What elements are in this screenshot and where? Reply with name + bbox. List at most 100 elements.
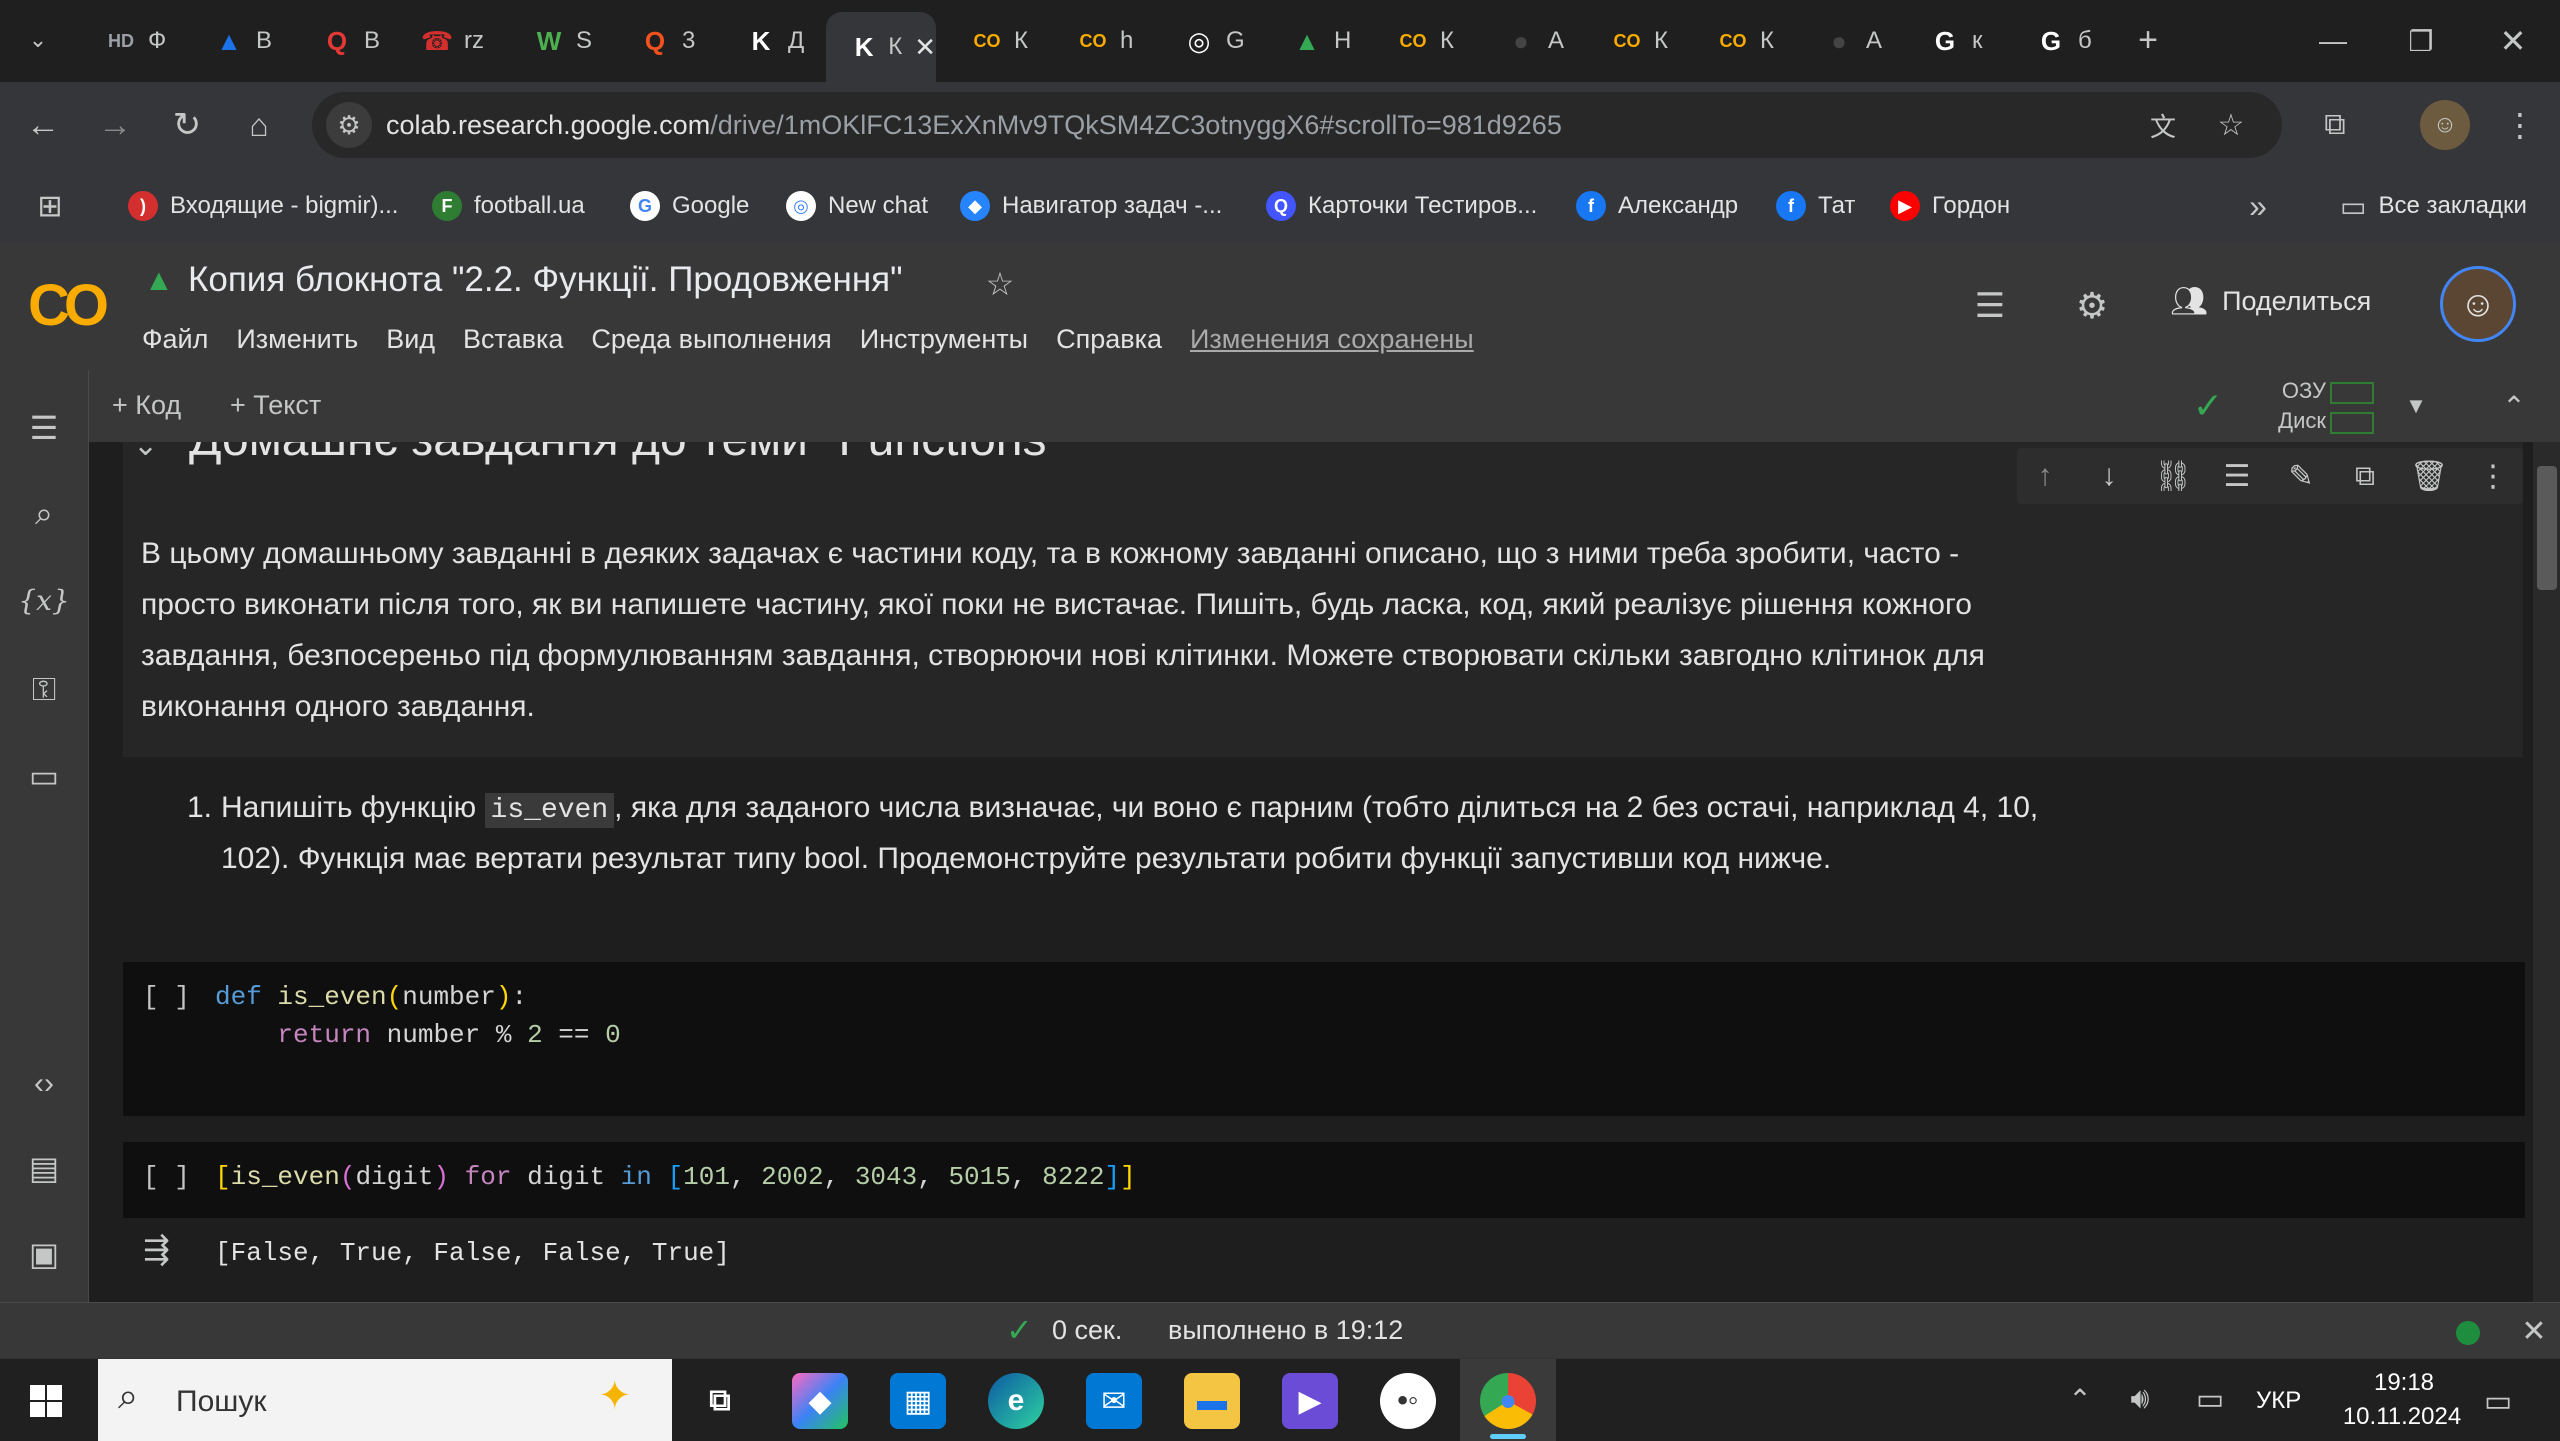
close-status-icon[interactable]: ✕ <box>2514 1311 2554 1351</box>
menu-edit[interactable]: Изменить <box>236 324 358 355</box>
code-cell-demo[interactable]: [ ] [is_even(digit) for digit in [101, 2… <box>123 1142 2525 1218</box>
search-icon[interactable]: ⌕ <box>18 488 70 540</box>
delete-icon[interactable]: 🗑︎ <box>2407 454 2451 498</box>
menu-help[interactable]: Справка <box>1056 324 1162 355</box>
browser-tab[interactable]: CO К <box>1692 14 1796 68</box>
comment-icon[interactable]: ☰ <box>2215 454 2259 498</box>
browser-tab[interactable]: ◎ G <box>1158 14 1262 68</box>
collapse-section-icon[interactable]: ⌄ <box>133 442 158 463</box>
browser-tab[interactable]: QВ <box>296 14 400 68</box>
variables-icon[interactable]: {x} <box>18 574 70 626</box>
volume-icon[interactable]: 🔊︎ <box>2120 1379 2160 1419</box>
app-icon[interactable]: •◦ <box>1380 1373 1436 1429</box>
task-view-icon[interactable]: ⧉ <box>692 1373 748 1429</box>
all-bookmarks[interactable]: ▭ Все закладки <box>2340 186 2527 226</box>
files-folder-icon[interactable]: ▭ <box>18 750 70 802</box>
battery-icon[interactable]: ▭ <box>2188 1379 2232 1419</box>
more-options-icon[interactable]: ⋮ <box>2471 454 2515 498</box>
browser-tab[interactable]: ▲ Н <box>1266 14 1370 68</box>
menu-tools[interactable]: Инструменты <box>860 324 1028 355</box>
code-snippets-icon[interactable]: ‹› <box>18 1058 70 1110</box>
markdown-cell-task1[interactable]: 1. Напишіть функцію is_even, яка для зад… <box>123 782 2523 912</box>
menu-runtime[interactable]: Среда выполнения <box>591 324 831 355</box>
scrollbar-track[interactable] <box>2533 442 2560 1302</box>
restore-icon[interactable]: ❐ <box>2398 18 2444 64</box>
browser-tab[interactable]: CO К <box>1586 14 1690 68</box>
resources-indicator[interactable]: ОЗУ Диск <box>2258 376 2398 436</box>
more-bookmarks-icon[interactable]: » <box>2238 186 2278 226</box>
reload-icon[interactable]: ↻ <box>164 102 210 148</box>
link-icon[interactable]: ⛓ <box>2151 454 2195 498</box>
clock-time[interactable]: 19:18 <box>2356 1369 2452 1397</box>
profile-avatar[interactable]: ☺ <box>2420 100 2470 150</box>
output-toggle-icon[interactable]: ⇶ <box>143 1230 170 1268</box>
cell-run-prompt[interactable]: [ ] <box>143 1162 190 1192</box>
table-of-contents-icon[interactable]: ☰ <box>18 402 70 454</box>
forward-icon[interactable]: → <box>92 102 138 148</box>
browser-tab[interactable]: KД <box>720 14 824 68</box>
bookmark-item[interactable]: f Тат <box>1776 186 1855 226</box>
share-button[interactable]: 👥︎ Поделиться <box>2170 284 2371 319</box>
url-text[interactable]: colab.research.google.com/drive/1mOKlFC1… <box>386 110 1562 141</box>
address-bar[interactable]: ⚙ colab.research.google.com/drive/1mOKlF… <box>312 92 2282 158</box>
bookmark-item[interactable]: ◆ Навигатор задач -... <box>960 186 1222 226</box>
clock-date[interactable]: 10.11.2024 <box>2322 1403 2482 1431</box>
copilot-icon[interactable]: ◆ <box>792 1373 848 1429</box>
add-text-button[interactable]: + Текст <box>230 390 321 421</box>
mirror-cell-icon[interactable]: ⧉ <box>2343 454 2387 498</box>
menu-insert[interactable]: Вставка <box>463 324 563 355</box>
user-avatar[interactable]: ☺ <box>2440 266 2516 342</box>
browser-tab[interactable]: CO К <box>946 14 1050 68</box>
browser-tab[interactable]: WS <box>508 14 612 68</box>
file-explorer-icon[interactable]: ▬ <box>1184 1373 1240 1429</box>
cell-run-prompt[interactable]: [ ] <box>143 982 190 1012</box>
new-tab-icon[interactable]: + <box>2128 20 2168 60</box>
code-line-1[interactable]: def is_even(number): <box>215 982 527 1012</box>
terminal-icon[interactable]: ▣ <box>18 1228 70 1280</box>
windows-start-icon[interactable] <box>30 1385 62 1417</box>
minimize-icon[interactable]: — <box>2310 18 2356 64</box>
notifications-icon[interactable]: ▭ <box>2474 1377 2522 1425</box>
edit-pencil-icon[interactable]: ✎ <box>2279 454 2323 498</box>
colab-logo[interactable]: CO <box>28 272 109 339</box>
apps-grid-icon[interactable]: ⊞ <box>30 186 70 226</box>
code-line-demo[interactable]: [is_even(digit) for digit in [101, 2002,… <box>215 1162 1136 1192</box>
move-down-icon[interactable]: ↓ <box>2087 454 2131 498</box>
site-info-icon[interactable]: ⚙ <box>326 102 372 148</box>
code-line-2[interactable]: return number % 2 == 0 <box>215 1020 620 1050</box>
bookmark-item[interactable]: Ffootball.ua <box>432 186 585 226</box>
notebook-title[interactable]: Копия блокнота "2.2. Функції. Продовженн… <box>188 260 903 300</box>
bookmark-item[interactable]: f Александр <box>1576 186 1738 226</box>
browser-tab[interactable]: ● А <box>1480 14 1584 68</box>
bookmark-item[interactable]: ◎ New chat <box>786 186 928 226</box>
translate-icon[interactable]: 文 <box>2142 104 2184 146</box>
star-notebook-icon[interactable]: ☆ <box>978 262 1022 306</box>
input-language[interactable]: УКР <box>2256 1387 2301 1415</box>
taskbar-search-box[interactable]: ⌕ Пошук ✦ <box>98 1359 672 1441</box>
saved-status[interactable]: Изменения сохранены <box>1190 324 1474 355</box>
home-icon[interactable]: ⌂ <box>236 102 282 148</box>
bookmark-item[interactable]: ) Входящие - bigmir)... <box>128 186 398 226</box>
browser-tab[interactable]: ▲ В <box>188 14 292 68</box>
move-up-icon[interactable]: ↑ <box>2023 454 2067 498</box>
close-tab-icon[interactable]: ✕ <box>914 32 936 63</box>
browser-tab[interactable]: K К ✕ <box>826 12 936 82</box>
markdown-cell-intro[interactable]: ⌄ Домашнє завдання до теми "Functions" В… <box>123 442 2523 757</box>
close-window-icon[interactable]: ✕ <box>2490 18 2536 64</box>
resources-dropdown-icon[interactable]: ▼ <box>2398 388 2434 424</box>
chrome-active-indicator[interactable]: ● <box>1460 1359 1556 1441</box>
clipchamp-icon[interactable]: ▶ <box>1282 1373 1338 1429</box>
chrome-menu-icon[interactable]: ⋮ <box>2500 102 2540 148</box>
menu-view[interactable]: Вид <box>386 324 435 355</box>
browser-tab[interactable]: HD Ф <box>80 14 184 68</box>
browser-tab[interactable]: CO h <box>1052 14 1156 68</box>
add-code-button[interactable]: + Код <box>112 390 181 421</box>
extensions-icon[interactable]: ⧉ <box>2312 102 2358 148</box>
settings-gear-icon[interactable]: ⚙ <box>2068 282 2116 330</box>
tab-search-icon[interactable]: ⌄ <box>18 20 58 60</box>
bookmark-item[interactable]: Q Карточки Тестиров... <box>1266 186 1537 226</box>
bookmark-star-icon[interactable]: ☆ <box>2210 104 2252 146</box>
browser-tab[interactable]: ☎ rz <box>396 14 500 68</box>
browser-tab[interactable]: ● А <box>1798 14 1902 68</box>
back-icon[interactable]: ← <box>20 102 66 148</box>
